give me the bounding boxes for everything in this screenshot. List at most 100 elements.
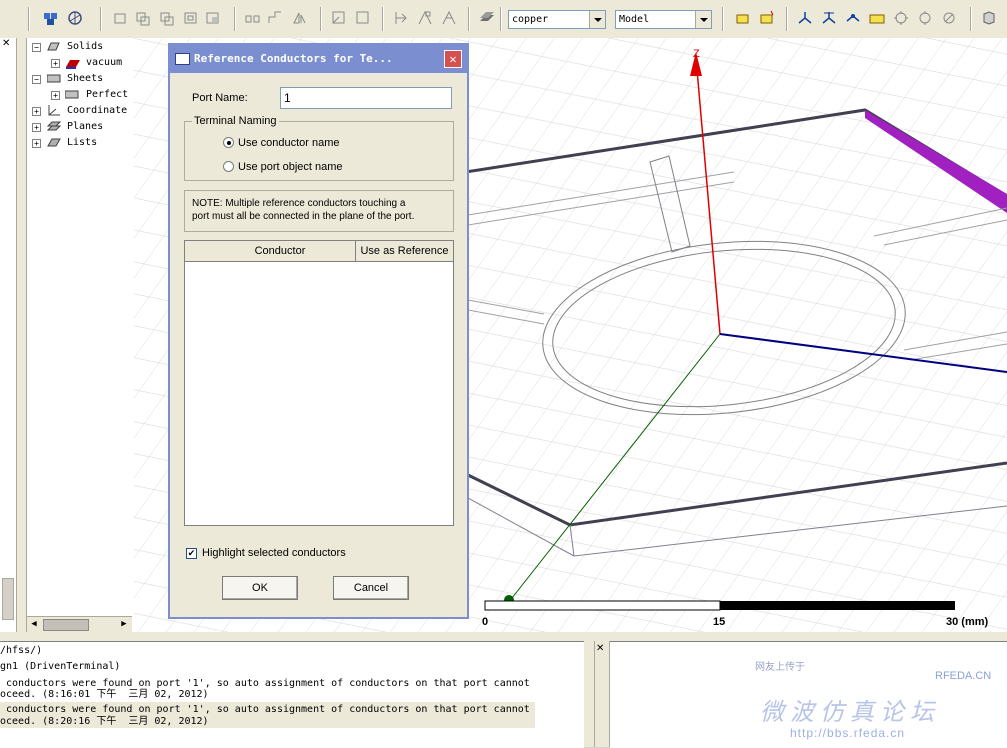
box-icon[interactable] <box>734 9 752 27</box>
material-icon <box>65 58 80 69</box>
tree-item-label: Coordinate <box>67 105 128 116</box>
scrollbar[interactable]: ◀ ▶ <box>27 616 132 632</box>
tree-item-label: Planes <box>67 121 104 132</box>
scale-tick-label: 15 <box>713 616 726 628</box>
split-icon[interactable] <box>392 9 410 27</box>
close-icon[interactable]: ✕ <box>444 50 462 68</box>
box-icon[interactable] <box>158 9 176 27</box>
console-line: gn1 (DrivenTerminal) <box>0 661 121 672</box>
close-icon[interactable]: ✕ <box>596 643 604 654</box>
model-tree: − Solids + vacuum − Sheets + Perfect + C… <box>26 38 135 632</box>
splitter[interactable] <box>17 38 26 632</box>
expand-icon[interactable]: − <box>32 75 41 84</box>
coordinate-icon <box>47 104 60 116</box>
splitter[interactable] <box>0 632 1007 641</box>
solids-icon <box>47 42 60 51</box>
ok-button[interactable]: OK <box>222 576 298 600</box>
chevron-right-icon[interactable]: ▶ <box>117 617 131 631</box>
plane-icon[interactable] <box>354 9 372 27</box>
box-icon[interactable] <box>204 9 222 27</box>
reference-conductors-dialog: Reference Conductors for Te... ✕ Port Na… <box>168 43 469 619</box>
lists-icon <box>47 137 61 147</box>
toolbar-separator <box>382 7 384 31</box>
table-header-use-as-reference[interactable]: Use as Reference <box>356 241 453 262</box>
coordinate-icon[interactable] <box>820 9 838 27</box>
box-icon[interactable] <box>112 9 130 27</box>
watermark-small: 网友上传于 <box>755 662 805 673</box>
box-icon[interactable] <box>980 9 998 27</box>
expand-icon[interactable]: + <box>32 107 41 116</box>
solve-icon[interactable] <box>916 9 934 27</box>
toolbar-separator <box>28 7 30 31</box>
cancel-button[interactable]: Cancel <box>333 576 409 600</box>
toolbar-separator <box>786 7 788 31</box>
port-name-label: Port Name: <box>192 92 248 104</box>
note-text: port must all be connected in the plane … <box>192 211 415 222</box>
planes-icon <box>46 121 62 131</box>
radio-use-port-object-name[interactable] <box>223 161 234 172</box>
coordinate-icon[interactable] <box>796 9 814 27</box>
expand-icon[interactable]: + <box>51 59 60 68</box>
rotate-icon[interactable] <box>66 9 84 27</box>
radio-label: Use port object name <box>238 161 343 173</box>
sheets-icon <box>46 74 61 83</box>
box-icon[interactable] <box>134 9 152 27</box>
coordinate-icon[interactable] <box>844 9 862 27</box>
model-combo[interactable]: Model <box>615 10 712 29</box>
tree-item-label: vacuum <box>86 57 123 68</box>
toolbar: copper Model <box>0 0 1007 39</box>
properties-panel: 网友上传于 RFEDA.CN 微波仿真论坛 http://bbs.rfeda.c… <box>610 641 1007 748</box>
radio-use-conductor-name[interactable] <box>223 137 234 148</box>
tree-item-label: Lists <box>67 137 98 148</box>
conductor-table[interactable]: Conductor Use as Reference <box>184 240 454 526</box>
expand-icon[interactable]: + <box>32 139 41 148</box>
toolbar-separator <box>100 7 102 31</box>
axis-z-label: Z <box>693 48 700 60</box>
chevron-left-icon[interactable]: ◀ <box>27 617 41 631</box>
toolbar-separator <box>970 7 972 31</box>
plane-icon[interactable] <box>330 9 348 27</box>
expand-icon[interactable]: + <box>32 123 41 132</box>
port-name-input[interactable]: 1 <box>280 87 452 109</box>
console-line: oceed. (8:16:01 下午 三月 02, 2012) <box>0 689 209 700</box>
expand-icon[interactable]: + <box>51 91 60 100</box>
table-header-conductor[interactable]: Conductor <box>205 241 356 262</box>
scale-tick-label: 30 (mm) <box>946 616 989 628</box>
solve-icon[interactable] <box>940 9 958 27</box>
console-line: /hfss/) <box>0 645 43 656</box>
scale-bar-black <box>720 601 955 610</box>
box-icon[interactable] <box>182 9 200 27</box>
highlight-checkbox[interactable]: ✔ <box>186 548 197 559</box>
polygon-icon[interactable] <box>266 9 284 27</box>
watermark-url: http://bbs.rfeda.cn <box>790 726 906 740</box>
stack-icon[interactable] <box>478 9 496 27</box>
chevron-down-icon[interactable] <box>589 11 605 28</box>
radio-label: Use conductor name <box>238 137 340 149</box>
wire-icon[interactable] <box>290 9 308 27</box>
close-icon[interactable]: ✕ <box>2 38 14 50</box>
measure-icon[interactable] <box>868 9 886 27</box>
split-icon[interactable] <box>416 9 434 27</box>
chevron-down-icon[interactable] <box>695 11 711 28</box>
table-corner <box>185 241 206 262</box>
toolbar-separator <box>500 7 502 31</box>
tree-item-label: Perfect <box>86 89 129 100</box>
scrollbar[interactable] <box>2 578 14 620</box>
scrollbar-thumb[interactable] <box>43 619 89 631</box>
tree-item-label: Sheets <box>67 73 104 84</box>
console-line: oceed. (8:20:16 下午 三月 02, 2012) <box>0 716 209 727</box>
toolbar-separator <box>468 7 470 31</box>
scale-bar-white <box>484 600 721 611</box>
splitter[interactable] <box>584 641 594 747</box>
hfss-icon[interactable] <box>42 9 60 27</box>
expand-icon[interactable]: − <box>32 43 41 52</box>
project-panel: ✕ <box>0 38 17 632</box>
cylinder-icon[interactable] <box>244 9 262 27</box>
highlight-label: Highlight selected conductors <box>202 547 346 559</box>
solve-icon[interactable] <box>892 9 910 27</box>
box-icon[interactable] <box>758 9 776 27</box>
material-combo[interactable]: copper <box>508 10 606 29</box>
progress-panel-tab: ✕ <box>594 641 610 747</box>
split-icon[interactable] <box>440 9 458 27</box>
dialog-title-bar[interactable]: Reference Conductors for Te... ✕ <box>170 45 467 73</box>
